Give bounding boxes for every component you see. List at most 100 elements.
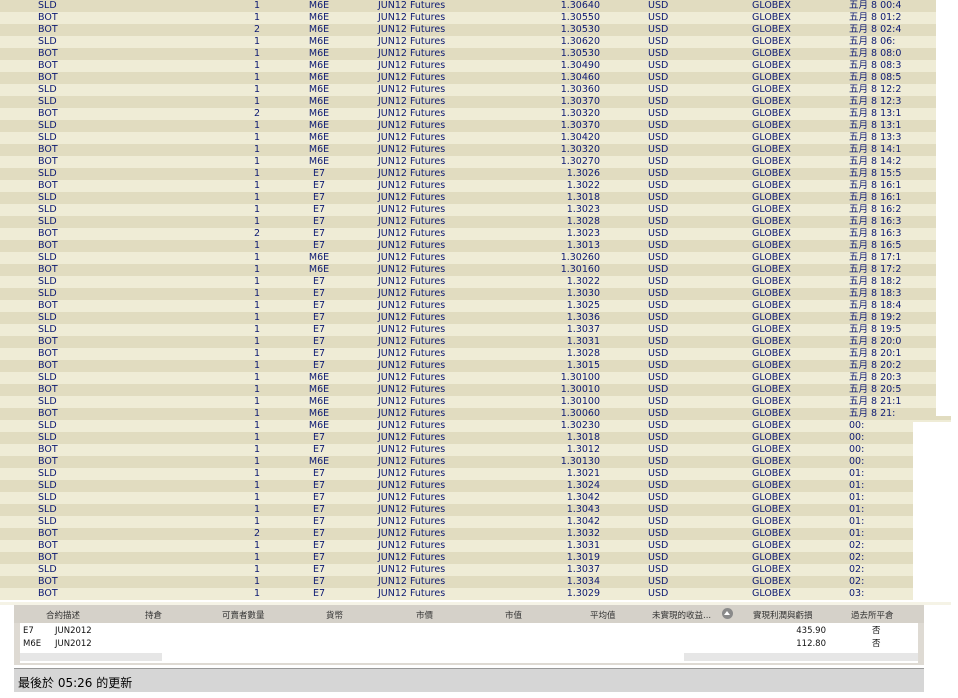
- trade-price: 1.30360: [560, 84, 600, 95]
- trade-time: 五月 8 13:1: [849, 120, 902, 131]
- trade-row[interactable]: BOT 1 E7 JUN12 Futures 1.3028 USD GLOBEX 五月 8 2…: [0, 348, 951, 360]
- trade-row[interactable]: BOT 1 E7 JUN12 Futures 1.3029 USD GLOBEX 03:: [0, 588, 951, 600]
- scrollbar-thumb[interactable]: [162, 653, 684, 661]
- col-market-price[interactable]: 市價: [416, 609, 433, 621]
- trade-currency: USD: [648, 456, 669, 467]
- trade-row[interactable]: BOT 1 E7 JUN12 Futures 1.3012 USD GLOBEX 00:: [0, 444, 951, 456]
- trade-row[interactable]: SLD 1 E7 JUN12 Futures 1.3022 USD GLOBEX 五月 8 1…: [0, 276, 951, 288]
- trade-price: 1.30620: [560, 36, 600, 47]
- trade-row[interactable]: SLD 1 M6E JUN12 Futures 1.30370 USD GLOBEX 五月 8…: [0, 96, 951, 108]
- trade-time: 五月 8 14:1: [849, 144, 902, 155]
- portfolio-symbol: M6E: [23, 639, 42, 649]
- trade-description: JUN12 Futures: [378, 348, 446, 359]
- trade-row[interactable]: SLD 1 M6E JUN12 Futures 1.30360 USD GLOBEX 五月 8…: [0, 84, 951, 96]
- trade-row[interactable]: SLD 1 E7 JUN12 Futures 1.3042 USD GLOBEX 01:: [0, 492, 951, 504]
- trade-row[interactable]: BOT 1 M6E JUN12 Futures 1.30060 USD GLOBEX 五月 8…: [0, 408, 951, 420]
- trade-row[interactable]: SLD 1 M6E JUN12 Futures 1.30370 USD GLOBEX 五月 8…: [0, 120, 951, 132]
- trade-row[interactable]: SLD 1 M6E JUN12 Futures 1.30100 USD GLOBEX 五月 8…: [0, 372, 951, 384]
- horizontal-scrollbar[interactable]: [20, 653, 918, 661]
- trade-row[interactable]: BOT 1 E7 JUN12 Futures 1.3031 USD GLOBEX 02:: [0, 540, 951, 552]
- trade-row[interactable]: BOT 1 E7 JUN12 Futures 1.3034 USD GLOBEX 02:: [0, 576, 951, 588]
- trade-row[interactable]: BOT 2 E7 JUN12 Futures 1.3023 USD GLOBEX 五月 8 1…: [0, 228, 951, 240]
- trade-qty: 1: [253, 300, 260, 311]
- trade-qty: 1: [253, 144, 260, 155]
- trade-row[interactable]: BOT 1 M6E JUN12 Futures 1.30160 USD GLOBEX 五月 8…: [0, 264, 951, 276]
- trade-row[interactable]: BOT 1 M6E JUN12 Futures 1.30270 USD GLOBEX 五月 8…: [0, 156, 951, 168]
- col-realized-pnl[interactable]: 實現利潤與虧損: [753, 609, 813, 621]
- trade-qty: 1: [253, 132, 260, 143]
- trade-row[interactable]: BOT 1 M6E JUN12 Futures 1.30550 USD GLOBEX 五月 8…: [0, 12, 951, 24]
- trade-row[interactable]: SLD 1 M6E JUN12 Futures 1.30260 USD GLOBEX 五月 8…: [0, 252, 951, 264]
- trade-row[interactable]: BOT 1 M6E JUN12 Futures 1.30320 USD GLOBEX 五月 8…: [0, 144, 951, 156]
- trade-row[interactable]: BOT 1 M6E JUN12 Futures 1.30530 USD GLOBEX 五月 8…: [0, 48, 951, 60]
- trade-row[interactable]: BOT 1 E7 JUN12 Futures 1.3013 USD GLOBEX 五月 8 1…: [0, 240, 951, 252]
- trade-currency: USD: [648, 24, 669, 35]
- portfolio-row[interactable]: E7 JUN2012 435.90 否: [20, 625, 918, 638]
- trade-row[interactable]: SLD 1 E7 JUN12 Futures 1.3023 USD GLOBEX 五月 8 1…: [0, 204, 951, 216]
- col-sellable-qty[interactable]: 可賣者數量: [222, 609, 265, 621]
- trade-time: 五月 8 21:: [849, 408, 896, 419]
- trade-row[interactable]: SLD 1 E7 JUN12 Futures 1.3037 USD GLOBEX 五月 8 1…: [0, 324, 951, 336]
- trade-row[interactable]: BOT 1 E7 JUN12 Futures 1.3019 USD GLOBEX 02:: [0, 552, 951, 564]
- trade-price: 1.3015: [566, 360, 600, 371]
- col-contract-description[interactable]: 合約描述: [46, 609, 80, 621]
- col-market-value[interactable]: 市值: [505, 609, 522, 621]
- trade-currency: USD: [648, 348, 669, 359]
- trade-description: JUN12 Futures: [378, 384, 446, 395]
- col-unrealized-pnl[interactable]: 未實現的收益...: [652, 609, 711, 621]
- trade-currency: USD: [648, 276, 669, 287]
- trade-row[interactable]: SLD 1 E7 JUN12 Futures 1.3043 USD GLOBEX 01:: [0, 504, 951, 516]
- col-position[interactable]: 持倉: [145, 609, 162, 621]
- trade-row[interactable]: SLD 1 M6E JUN12 Futures 1.30640 USD GLOBEX 五月 8…: [0, 0, 951, 12]
- trade-row[interactable]: SLD 1 E7 JUN12 Futures 1.3018 USD GLOBEX 00:: [0, 432, 951, 444]
- trade-row[interactable]: SLD 1 E7 JUN12 Futures 1.3036 USD GLOBEX 五月 8 1…: [0, 312, 951, 324]
- trade-row[interactable]: SLD 1 M6E JUN12 Futures 1.30620 USD GLOBEX 五月 8…: [0, 36, 951, 48]
- trade-price: 1.30010: [560, 384, 600, 395]
- trade-row[interactable]: BOT 1 M6E JUN12 Futures 1.30490 USD GLOBEX 五月 8…: [0, 60, 951, 72]
- trade-currency: USD: [648, 408, 669, 419]
- trade-row[interactable]: SLD 1 E7 JUN12 Futures 1.3026 USD GLOBEX 五月 8 1…: [0, 168, 951, 180]
- trade-row[interactable]: SLD 1 M6E JUN12 Futures 1.30230 USD GLOBEX 00:: [0, 420, 951, 432]
- col-average-cost[interactable]: 平均值: [590, 609, 616, 621]
- sort-ascending-icon[interactable]: [722, 608, 733, 619]
- trade-row[interactable]: BOT 1 M6E JUN12 Futures 1.30460 USD GLOBEX 五月 8…: [0, 72, 951, 84]
- trade-row[interactable]: BOT 1 E7 JUN12 Futures 1.3031 USD GLOBEX 五月 8 2…: [0, 336, 951, 348]
- trade-qty: 1: [253, 444, 260, 455]
- trade-row[interactable]: SLD 1 E7 JUN12 Futures 1.3024 USD GLOBEX 01:: [0, 480, 951, 492]
- trade-currency: USD: [648, 96, 669, 107]
- trade-description: JUN12 Futures: [378, 72, 446, 83]
- trade-side: BOT: [38, 12, 58, 23]
- trade-currency: USD: [648, 528, 669, 539]
- trade-qty: 1: [253, 192, 260, 203]
- trade-time: 五月 8 20:5: [849, 384, 902, 395]
- col-currency[interactable]: 貨幣: [326, 609, 343, 621]
- trade-row[interactable]: SLD 1 E7 JUN12 Futures 1.3028 USD GLOBEX 五月 8 1…: [0, 216, 951, 228]
- trade-row[interactable]: BOT 1 M6E JUN12 Futures 1.30010 USD GLOBEX 五月 8…: [0, 384, 951, 396]
- trade-row[interactable]: SLD 1 E7 JUN12 Futures 1.3037 USD GLOBEX 02:: [0, 564, 951, 576]
- trade-row[interactable]: BOT 2 M6E JUN12 Futures 1.30530 USD GLOBEX 五月 8…: [0, 24, 951, 36]
- trade-time: 五月 8 16:1: [849, 180, 902, 191]
- trade-row[interactable]: SLD 1 E7 JUN12 Futures 1.3030 USD GLOBEX 五月 8 1…: [0, 288, 951, 300]
- trade-row[interactable]: SLD 1 E7 JUN12 Futures 1.3042 USD GLOBEX 01:: [0, 516, 951, 528]
- trade-row[interactable]: SLD 1 M6E JUN12 Futures 1.30420 USD GLOBEX 五月 8…: [0, 132, 951, 144]
- trade-row[interactable]: SLD 1 E7 JUN12 Futures 1.3021 USD GLOBEX 01:: [0, 468, 951, 480]
- trade-row[interactable]: BOT 1 E7 JUN12 Futures 1.3015 USD GLOBEX 五月 8 2…: [0, 360, 951, 372]
- trade-currency: USD: [648, 540, 669, 551]
- trade-currency: USD: [648, 384, 669, 395]
- trade-time: 02:: [849, 552, 865, 563]
- col-closed[interactable]: 過去所平倉: [851, 609, 894, 621]
- portfolio-row[interactable]: M6E JUN2012 112.80 否: [20, 638, 918, 651]
- trade-row[interactable]: BOT 2 E7 JUN12 Futures 1.3032 USD GLOBEX 01:: [0, 528, 951, 540]
- trade-row[interactable]: BOT 1 E7 JUN12 Futures 1.3025 USD GLOBEX 五月 8 1…: [0, 300, 951, 312]
- trade-row[interactable]: SLD 1 E7 JUN12 Futures 1.3018 USD GLOBEX 五月 8 1…: [0, 192, 951, 204]
- trade-row[interactable]: BOT 2 M6E JUN12 Futures 1.30320 USD GLOBEX 五月 8…: [0, 108, 951, 120]
- trade-qty: 1: [253, 168, 260, 179]
- trade-side: BOT: [38, 72, 58, 83]
- trade-row[interactable]: SLD 1 M6E JUN12 Futures 1.30100 USD GLOBEX 五月 8…: [0, 396, 951, 408]
- trade-row[interactable]: BOT 1 E7 JUN12 Futures 1.3022 USD GLOBEX 五月 8 1…: [0, 180, 951, 192]
- trade-qty: 1: [253, 264, 260, 275]
- portfolio-expiry: JUN2012: [55, 639, 92, 649]
- trade-row[interactable]: BOT 1 M6E JUN12 Futures 1.30130 USD GLOBEX 00:: [0, 456, 951, 468]
- trade-time: 五月 8 20:2: [849, 360, 902, 371]
- trade-price: 1.3032: [566, 528, 600, 539]
